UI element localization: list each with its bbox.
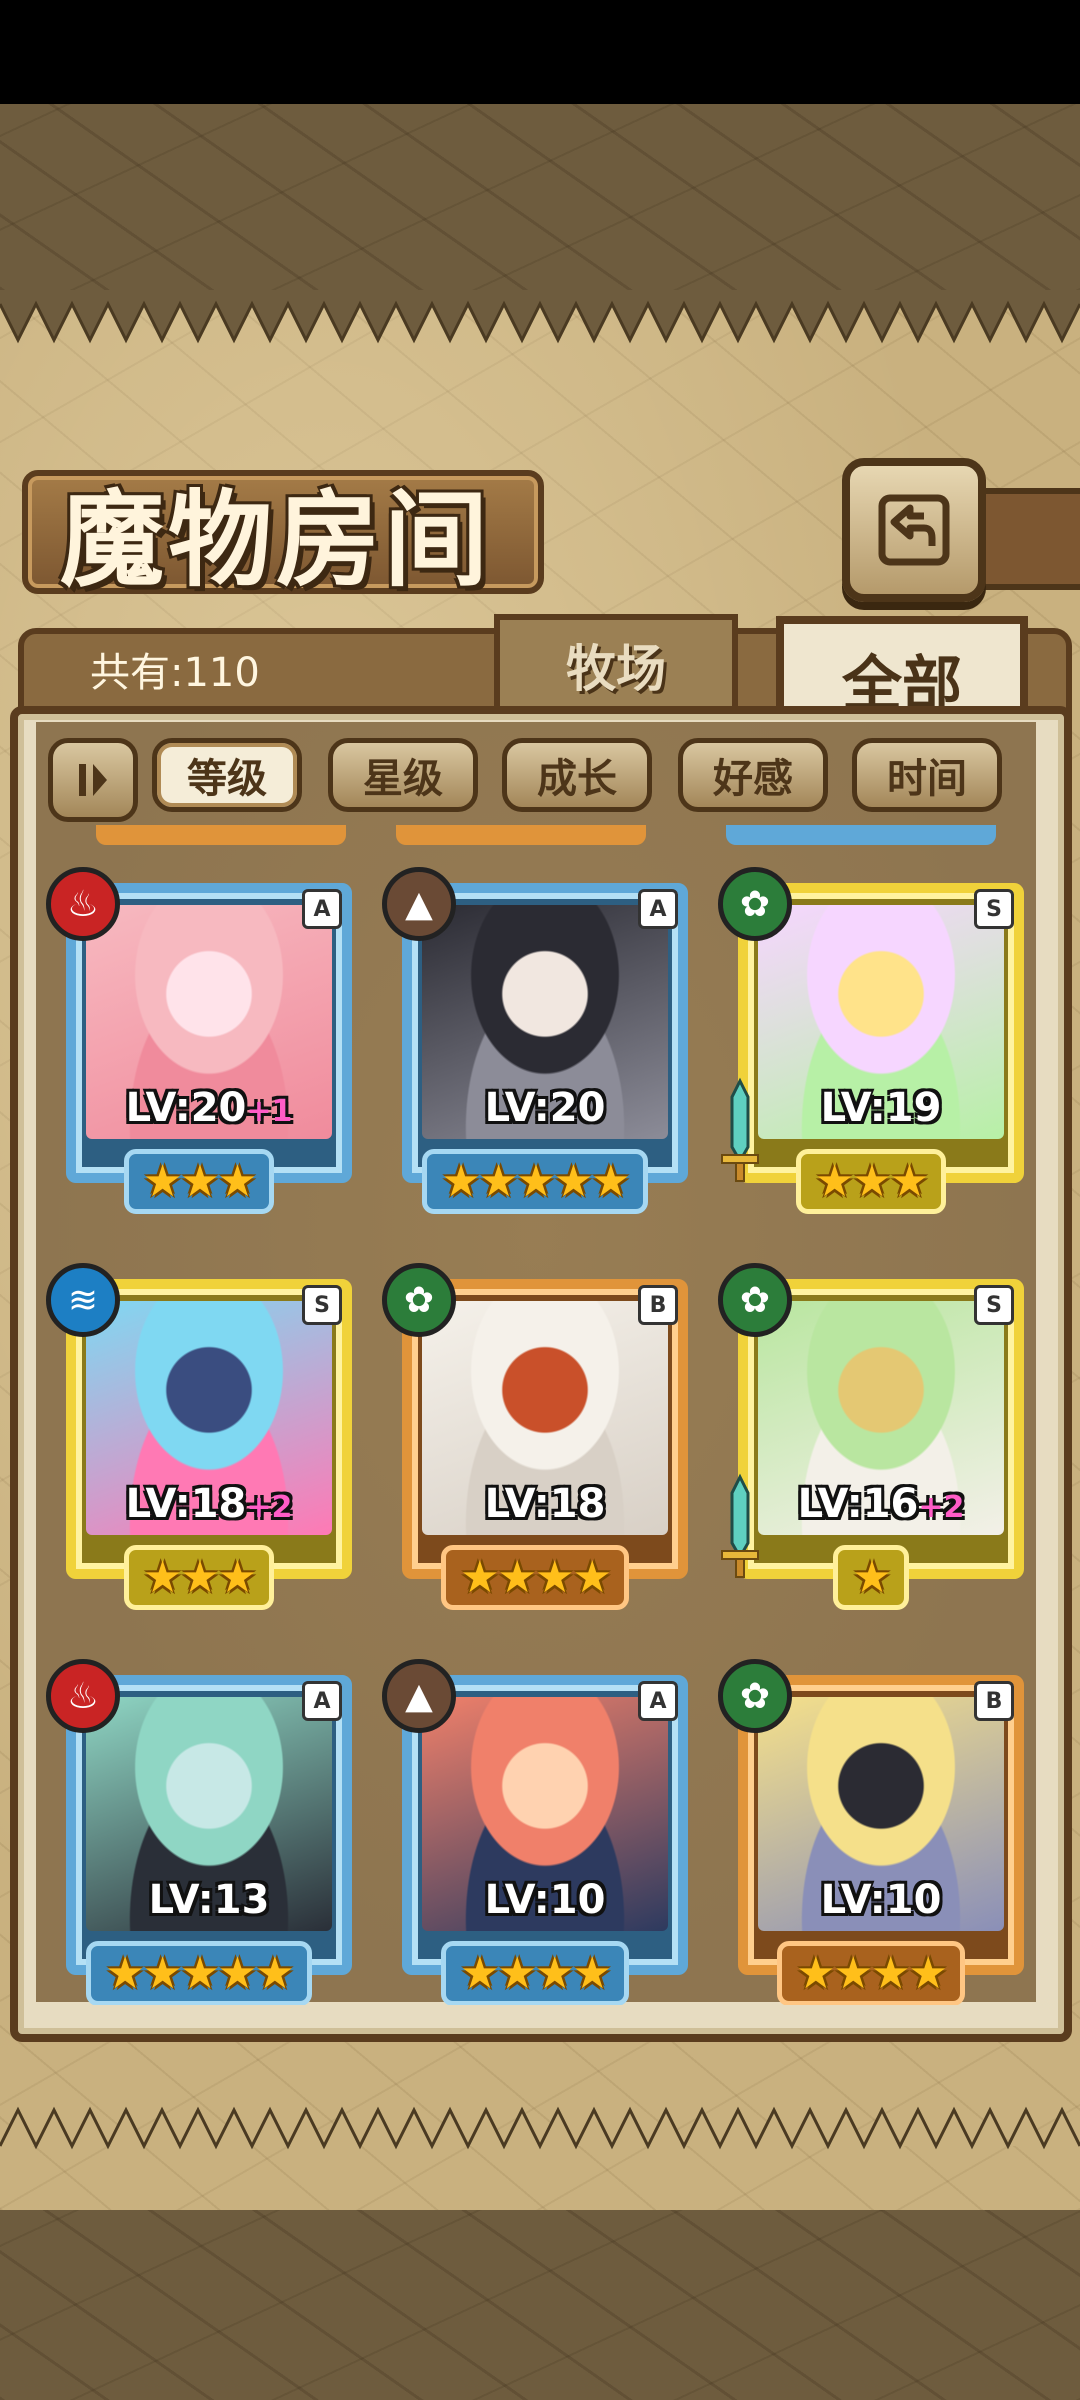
level-value: LV:10 <box>820 1877 942 1923</box>
star-rating: ★★★★★ <box>46 1941 352 2005</box>
level-label: LV:10 <box>422 1877 668 1923</box>
sort-by-affection-button[interactable]: 好感 <box>678 738 828 812</box>
zigzag-border-top <box>0 290 1080 344</box>
monster-card[interactable]: S ✿ LV:16+2 ★ <box>718 1263 1024 1613</box>
star-rating: ★ <box>718 1545 1024 1610</box>
clipped-card-edge <box>96 825 346 845</box>
star-icons: ★★★★ <box>441 1545 629 1610</box>
map-background-bottom <box>0 2210 1080 2400</box>
monster-grid[interactable]: A ♨ LV:20+1 ★★★ A ▲ LV:20 ★★★★★ S ✿ LV:19 ★★★ S ≋ LV:1… <box>36 825 1036 2005</box>
page-title: 魔物房间 <box>60 478 493 601</box>
level-label: LV:18+2 <box>86 1481 332 1527</box>
sort-by-time-button[interactable]: 时间 <box>852 738 1002 812</box>
map-background-top <box>0 104 1080 290</box>
level-label: LV:18 <box>422 1481 668 1527</box>
level-value: LV:13 <box>148 1877 270 1923</box>
star-icons: ★★★ <box>795 1149 947 1214</box>
fire-element-icon: ♨ <box>46 867 120 941</box>
rank-badge: A <box>302 1681 342 1721</box>
rank-badge: S <box>974 1285 1014 1325</box>
star-icons: ★★★ <box>123 1545 275 1610</box>
star-icons: ★ <box>833 1545 909 1610</box>
rank-badge: S <box>974 889 1014 929</box>
sort-by-growth-button[interactable]: 成长 <box>502 738 652 812</box>
monster-card[interactable]: S ≋ LV:18+2 ★★★ <box>46 1263 352 1613</box>
earth-element-icon: ▲ <box>382 867 456 941</box>
star-icons: ★★★ <box>123 1149 275 1214</box>
level-bonus: +2 <box>246 1490 293 1525</box>
star-icons: ★★★★ <box>441 1941 629 2005</box>
back-arrow-icon <box>878 494 950 566</box>
rank-badge: A <box>302 889 342 929</box>
level-value: LV:18 <box>125 1481 247 1527</box>
level-value: LV:18 <box>484 1481 606 1527</box>
clipped-card-edge <box>726 825 996 845</box>
wood-element-icon: ✿ <box>718 1263 792 1337</box>
level-bonus: +1 <box>246 1094 293 1129</box>
star-rating: ★★★ <box>718 1149 1024 1214</box>
level-value: LV:16 <box>797 1481 919 1527</box>
level-value: LV:20 <box>125 1085 247 1131</box>
sort-order-icon <box>79 764 107 796</box>
star-rating: ★★★★★ <box>382 1149 688 1214</box>
fire-element-icon: ♨ <box>46 1659 120 1733</box>
star-rating: ★★★ <box>46 1545 352 1610</box>
tab-ranch[interactable]: 牧场 <box>494 614 738 716</box>
star-icons: ★★★★★ <box>86 1941 312 2005</box>
monster-card[interactable]: A ♨ LV:20+1 ★★★ <box>46 867 352 1217</box>
level-label: LV:10 <box>758 1877 1004 1923</box>
monster-count: 共有:110 <box>90 650 260 696</box>
sort-order-toggle[interactable] <box>48 738 138 822</box>
rank-badge: A <box>638 1681 678 1721</box>
level-value: LV:20 <box>484 1085 606 1131</box>
level-label: LV:20 <box>422 1085 668 1131</box>
star-icons: ★★★★★ <box>422 1149 648 1214</box>
wood-element-icon: ✿ <box>718 867 792 941</box>
rank-badge: S <box>302 1285 342 1325</box>
level-label: LV:13 <box>86 1877 332 1923</box>
clipped-card-edge <box>396 825 646 845</box>
water-element-icon: ≋ <box>46 1263 120 1337</box>
rank-badge: B <box>974 1681 1014 1721</box>
level-label: LV:20+1 <box>86 1085 332 1131</box>
monster-card[interactable]: B ✿ LV:10 ★★★★ <box>718 1659 1024 2005</box>
level-label: LV:19 <box>758 1085 1004 1131</box>
level-value: LV:10 <box>484 1877 606 1923</box>
star-rating: ★★★ <box>46 1149 352 1214</box>
wood-element-icon: ✿ <box>382 1263 456 1337</box>
sort-by-level-button[interactable]: 等级 <box>152 738 302 812</box>
level-value: LV:19 <box>820 1085 942 1131</box>
level-label: LV:16+2 <box>758 1481 1004 1527</box>
rank-badge: B <box>638 1285 678 1325</box>
monster-card[interactable]: S ✿ LV:19 ★★★ <box>718 867 1024 1217</box>
status-bar-area <box>0 0 1080 104</box>
earth-element-icon: ▲ <box>382 1659 456 1733</box>
monster-card[interactable]: A ▲ LV:10 ★★★★ <box>382 1659 688 2005</box>
sort-by-stars-button[interactable]: 星级 <box>328 738 478 812</box>
level-bonus: +2 <box>918 1490 965 1525</box>
star-icons: ★★★★ <box>777 1941 965 2005</box>
back-button[interactable] <box>842 458 986 602</box>
monster-card[interactable]: A ▲ LV:20 ★★★★★ <box>382 867 688 1217</box>
star-rating: ★★★★ <box>718 1941 1024 2005</box>
zigzag-border-bottom <box>0 2106 1080 2150</box>
monster-card[interactable]: A ♨ LV:13 ★★★★★ <box>46 1659 352 2005</box>
monster-card[interactable]: B ✿ LV:18 ★★★★ <box>382 1263 688 1613</box>
star-rating: ★★★★ <box>382 1941 688 2005</box>
rank-badge: A <box>638 889 678 929</box>
star-rating: ★★★★ <box>382 1545 688 1610</box>
wood-element-icon: ✿ <box>718 1659 792 1733</box>
